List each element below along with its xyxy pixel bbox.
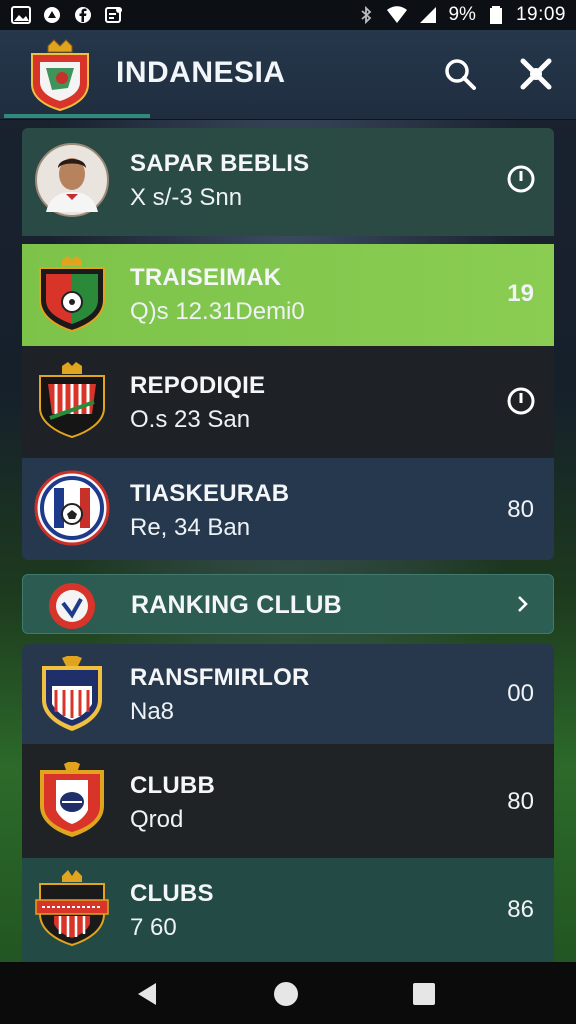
back-icon[interactable] [134, 980, 162, 1008]
list-item-club[interactable]: CLUBB Qrod 80 [22, 744, 554, 858]
row-value: 86 [507, 896, 534, 923]
row-subtitle: O.s 23 San [130, 406, 251, 433]
row-value: 19 [507, 280, 534, 307]
recents-icon[interactable] [410, 980, 438, 1008]
row-subtitle: 7 60 [130, 914, 177, 941]
signal-icon [417, 6, 439, 24]
row-subtitle: Qrod [130, 806, 184, 833]
app-bar: INDANESIA [0, 30, 576, 120]
club-crest [34, 870, 110, 947]
clock-icon [507, 387, 535, 415]
home-icon[interactable] [272, 980, 300, 1008]
battery-percent: 9% [448, 4, 476, 25]
row-name: CLUBB [130, 772, 215, 799]
section-title: RANKING CLLUB [131, 591, 342, 619]
tab-indicator [4, 114, 150, 118]
clock-icon [507, 165, 535, 193]
row-subtitle: Re, 34 Ban [130, 514, 251, 541]
search-button[interactable] [440, 54, 480, 94]
list-item-club[interactable]: TIASKEURAB Re, 34 Ban 80 [22, 458, 554, 560]
bluetooth-icon [355, 6, 377, 24]
row-name: TRAISEIMAK [130, 264, 282, 291]
row-name: RANSFMIRLOR [130, 664, 310, 691]
app-logo [28, 38, 92, 112]
row-name: REPODIQIE [130, 372, 266, 399]
list-item-club[interactable]: CLUBS 7 60 86 [22, 858, 554, 962]
navigation-bar [0, 962, 576, 1024]
image-icon [10, 6, 32, 24]
status-time: 19:09 [515, 4, 566, 25]
section-badge [47, 581, 97, 631]
row-name: CLUBS [130, 880, 214, 907]
notification-icon [103, 6, 125, 24]
row-subtitle: Q)s 12.31Demi0 [130, 298, 305, 325]
battery-icon [485, 6, 507, 24]
app-title: INDANESIA [116, 56, 286, 89]
club-crest [34, 760, 110, 838]
club-crest [34, 362, 110, 439]
close-button[interactable] [516, 54, 556, 94]
club-crest [34, 654, 110, 732]
list-item-club-selected[interactable]: TRAISEIMAK Q)s 12.31Demi0 19 [22, 244, 554, 346]
status-left-icons [10, 6, 125, 24]
club-crest [34, 470, 110, 546]
list-item-club[interactable]: REPODIQIE O.s 23 San [22, 346, 554, 458]
search-icon [445, 59, 476, 90]
row-name: SAPAR BEBLIS [130, 150, 310, 177]
row-name: TIASKEURAB [130, 480, 290, 507]
facebook-icon [72, 6, 94, 24]
row-subtitle: X s/-3 Snn [130, 184, 243, 211]
wifi-icon [386, 6, 408, 24]
ranking-club-section[interactable]: RANKING CLLUB [22, 574, 554, 634]
row-value: 80 [507, 788, 534, 815]
player-avatar [34, 142, 110, 218]
list-item-player[interactable]: SAPAR BEBLIS X s/-3 Snn [22, 128, 554, 236]
chevron-right-icon [518, 596, 528, 612]
close-icon [520, 58, 552, 90]
row-value: 00 [507, 680, 534, 707]
status-bar: 9% 19:09 [0, 0, 576, 30]
list-item-club[interactable]: RANSFMIRLOR Na8 00 [22, 644, 554, 744]
app-icon [41, 6, 63, 24]
status-right-icons: 9% 19:09 [355, 4, 566, 26]
row-value: 80 [507, 496, 534, 523]
club-crest [34, 256, 110, 333]
row-subtitle: Na8 [130, 698, 175, 725]
